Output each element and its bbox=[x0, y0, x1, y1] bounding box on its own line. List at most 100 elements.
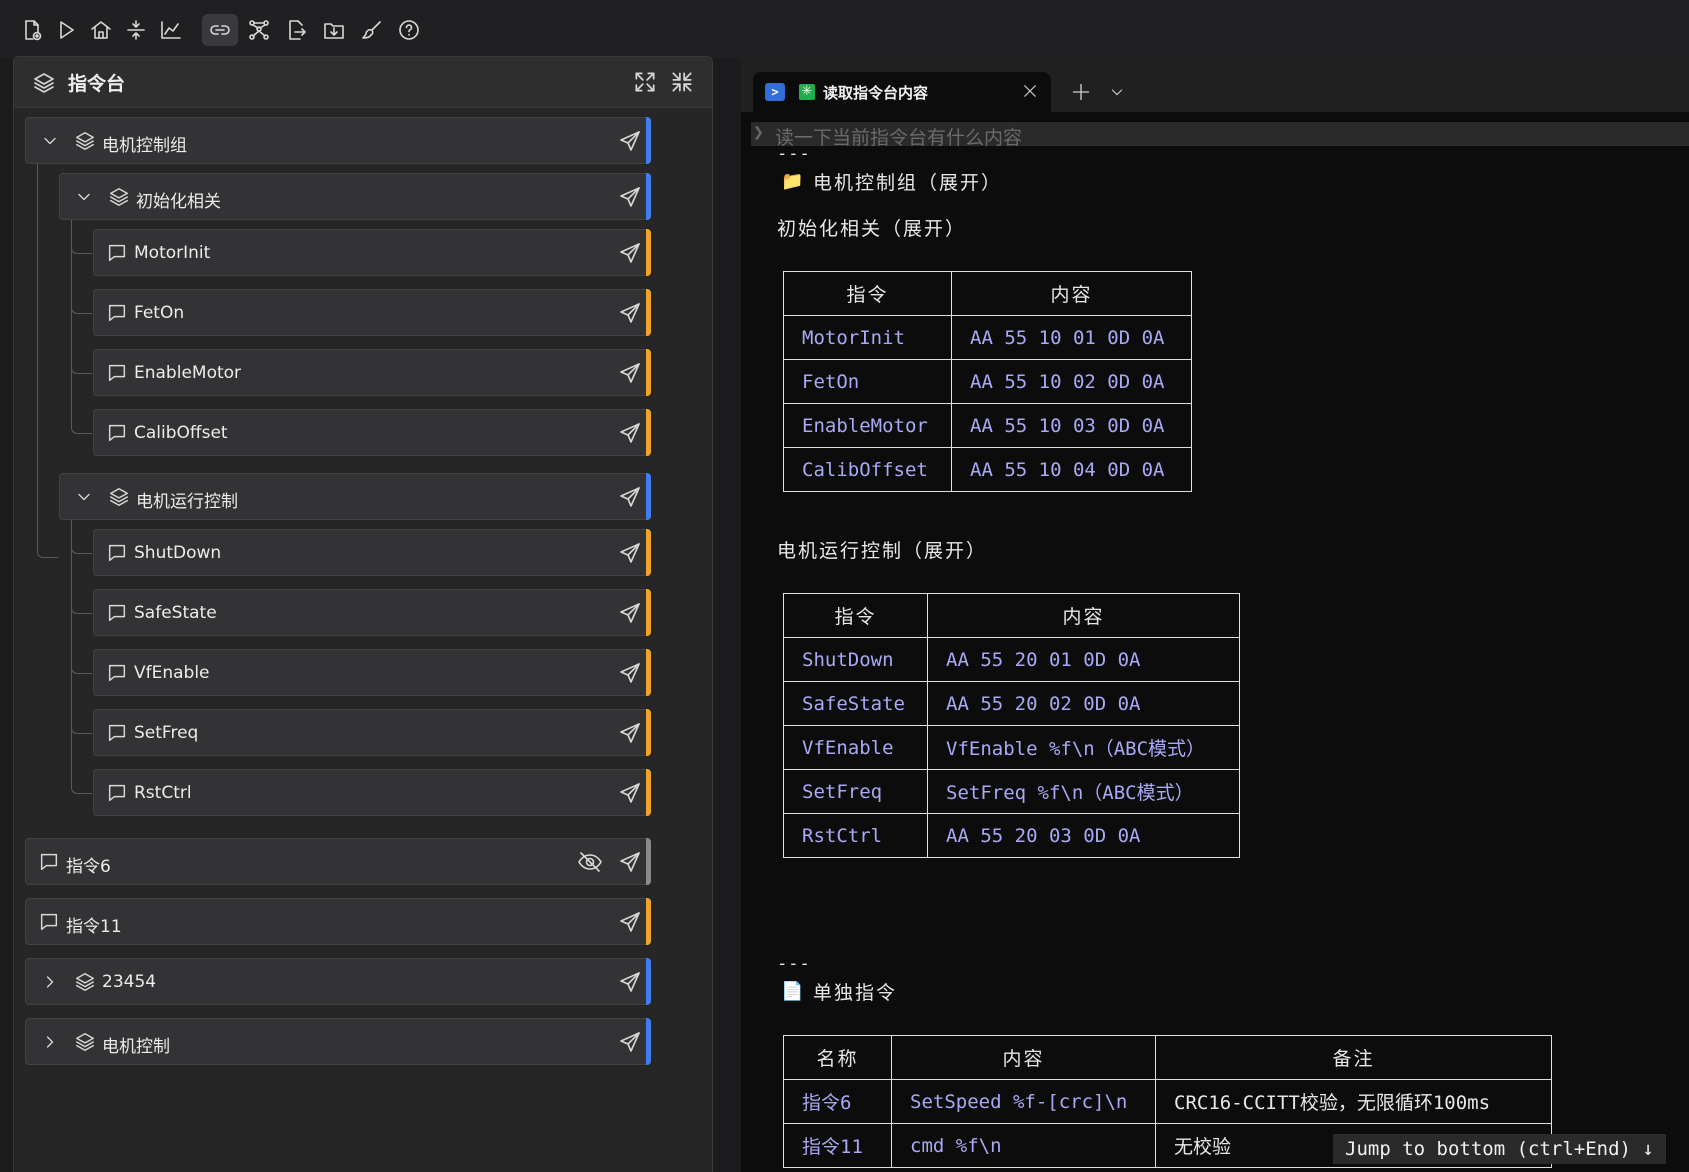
table-header: 内容 bbox=[951, 271, 1192, 316]
command-color-bar bbox=[646, 349, 651, 396]
tree-group-row[interactable]: 23454 bbox=[25, 958, 651, 1005]
command-name-cell: SafeState bbox=[783, 681, 928, 726]
help-icon[interactable] bbox=[391, 14, 427, 46]
horizontal-rule: --- bbox=[777, 144, 811, 164]
tree-group-row[interactable]: 初始化相关 bbox=[59, 173, 651, 220]
tree-command-row[interactable]: RstCtrl bbox=[93, 769, 651, 816]
command-name-cell: RstCtrl bbox=[783, 813, 928, 858]
send-icon[interactable] bbox=[618, 1030, 642, 1054]
send-icon[interactable] bbox=[618, 185, 642, 209]
section-heading: 电机运行控制（展开） bbox=[777, 540, 988, 562]
send-icon[interactable] bbox=[618, 301, 642, 325]
send-icon[interactable] bbox=[618, 781, 642, 805]
tree-command-row[interactable]: FetOn bbox=[93, 289, 651, 336]
tree-command-row[interactable]: VfEnable bbox=[93, 649, 651, 696]
chevron-down-icon[interactable] bbox=[74, 487, 94, 507]
group-heading: 电机控制组（展开） bbox=[813, 172, 1003, 194]
chevron-right-icon[interactable] bbox=[40, 1032, 60, 1052]
send-icon[interactable] bbox=[618, 485, 642, 509]
row-label: 23454 bbox=[102, 972, 157, 992]
link-icon[interactable] bbox=[202, 14, 238, 46]
group-color-bar bbox=[646, 1018, 651, 1065]
row-label: SafeState bbox=[134, 603, 217, 623]
send-icon[interactable] bbox=[618, 850, 642, 874]
row-label: ShutDown bbox=[134, 543, 222, 563]
command-color-bar bbox=[646, 409, 651, 456]
command-color-bar bbox=[646, 898, 651, 945]
tree-group-row[interactable]: 电机运行控制 bbox=[59, 473, 651, 520]
tree-group-row[interactable]: 电机控制 bbox=[25, 1018, 651, 1065]
send-icon[interactable] bbox=[618, 970, 642, 994]
nodes-icon[interactable] bbox=[241, 14, 277, 46]
import-icon[interactable] bbox=[316, 14, 352, 46]
message-icon bbox=[38, 911, 60, 933]
commands-table: 指令 内容 MotorInit AA 55 10 01 0D 0A FetOn … bbox=[783, 271, 1192, 492]
send-icon[interactable] bbox=[618, 661, 642, 685]
chevron-right-icon[interactable] bbox=[40, 972, 60, 992]
message-icon bbox=[106, 422, 128, 444]
collapse-icon[interactable] bbox=[118, 14, 154, 46]
chevron-down-icon[interactable] bbox=[74, 187, 94, 207]
tree-command-row[interactable]: MotorInit bbox=[93, 229, 651, 276]
tree-command-row[interactable]: EnableMotor bbox=[93, 349, 651, 396]
send-icon[interactable] bbox=[618, 601, 642, 625]
export-icon[interactable] bbox=[278, 14, 314, 46]
row-label: EnableMotor bbox=[134, 363, 242, 383]
row-label: 初始化相关 bbox=[136, 192, 221, 212]
chevron-down-icon[interactable] bbox=[1109, 84, 1125, 100]
panel-header: 指令台 bbox=[14, 57, 712, 108]
message-icon bbox=[106, 242, 128, 264]
tree-connector bbox=[71, 513, 92, 794]
table-row: SafeState AA 55 20 02 0D 0A bbox=[783, 681, 1240, 726]
row-label: FetOn bbox=[134, 303, 185, 323]
send-icon[interactable] bbox=[618, 541, 642, 565]
table-row: CalibOffset AA 55 10 04 0D 0A bbox=[783, 447, 1192, 492]
new-file-icon[interactable] bbox=[14, 14, 50, 46]
send-icon[interactable] bbox=[618, 129, 642, 153]
eye-off-icon[interactable] bbox=[577, 850, 603, 874]
send-icon[interactable] bbox=[618, 241, 642, 265]
message-icon bbox=[106, 602, 128, 624]
plus-icon[interactable] bbox=[1071, 82, 1091, 102]
layers-icon bbox=[74, 130, 96, 152]
panel-title: 指令台 bbox=[68, 73, 126, 95]
tree-command-row[interactable]: SafeState bbox=[93, 589, 651, 636]
jump-to-bottom-button[interactable]: Jump to bottom (ctrl+End) ↓ bbox=[1333, 1134, 1666, 1164]
send-icon[interactable] bbox=[618, 421, 642, 445]
send-icon[interactable] bbox=[618, 910, 642, 934]
command-console-panel: 指令台 电机控制组 初始化相关 MotorInit FetOn EnableMo… bbox=[13, 56, 713, 1172]
chart-icon[interactable] bbox=[153, 14, 189, 46]
row-label: 指令11 bbox=[66, 917, 122, 937]
expand-all-icon[interactable] bbox=[632, 69, 658, 95]
collapse-all-icon[interactable] bbox=[669, 69, 695, 95]
send-icon[interactable] bbox=[618, 721, 642, 745]
document-icon: 📄 bbox=[781, 981, 804, 1002]
table-header: 内容 bbox=[891, 1035, 1156, 1080]
command-content-cell: AA 55 10 02 0D 0A bbox=[951, 359, 1192, 404]
brush-icon[interactable] bbox=[354, 14, 390, 46]
command-color-bar bbox=[646, 649, 651, 696]
run-icon[interactable] bbox=[48, 14, 84, 46]
tree-command-row[interactable]: ShutDown bbox=[93, 529, 651, 576]
tree-command-row[interactable]: SetFreq bbox=[93, 709, 651, 756]
close-icon[interactable] bbox=[1021, 82, 1039, 100]
tree-command-row[interactable]: 指令6 bbox=[25, 838, 651, 885]
main-toolbar bbox=[0, 0, 1689, 58]
tree-command-row[interactable]: CalibOffset bbox=[93, 409, 651, 456]
table-header: 名称 bbox=[783, 1035, 892, 1080]
tree-group-row[interactable]: 电机控制组 bbox=[25, 117, 651, 164]
folder-icon: 📁 bbox=[781, 171, 804, 192]
table-row: ShutDown AA 55 20 01 0D 0A bbox=[783, 637, 1240, 682]
command-color-bar bbox=[646, 289, 651, 336]
commands-table: 指令 内容 ShutDown AA 55 20 01 0D 0A SafeSta… bbox=[783, 593, 1240, 858]
layers-icon bbox=[32, 71, 56, 95]
command-color-bar bbox=[646, 838, 651, 885]
send-icon[interactable] bbox=[618, 361, 642, 385]
row-label: 指令6 bbox=[66, 857, 111, 877]
chevron-down-icon[interactable] bbox=[40, 131, 60, 151]
terminal-tab[interactable]: > ✳ 读取指令台内容 bbox=[753, 72, 1051, 112]
home-icon[interactable] bbox=[83, 14, 119, 46]
command-name-cell: 指令6 bbox=[783, 1079, 892, 1124]
tree-command-row[interactable]: 指令11 bbox=[25, 898, 651, 945]
command-name-cell: EnableMotor bbox=[783, 403, 952, 448]
